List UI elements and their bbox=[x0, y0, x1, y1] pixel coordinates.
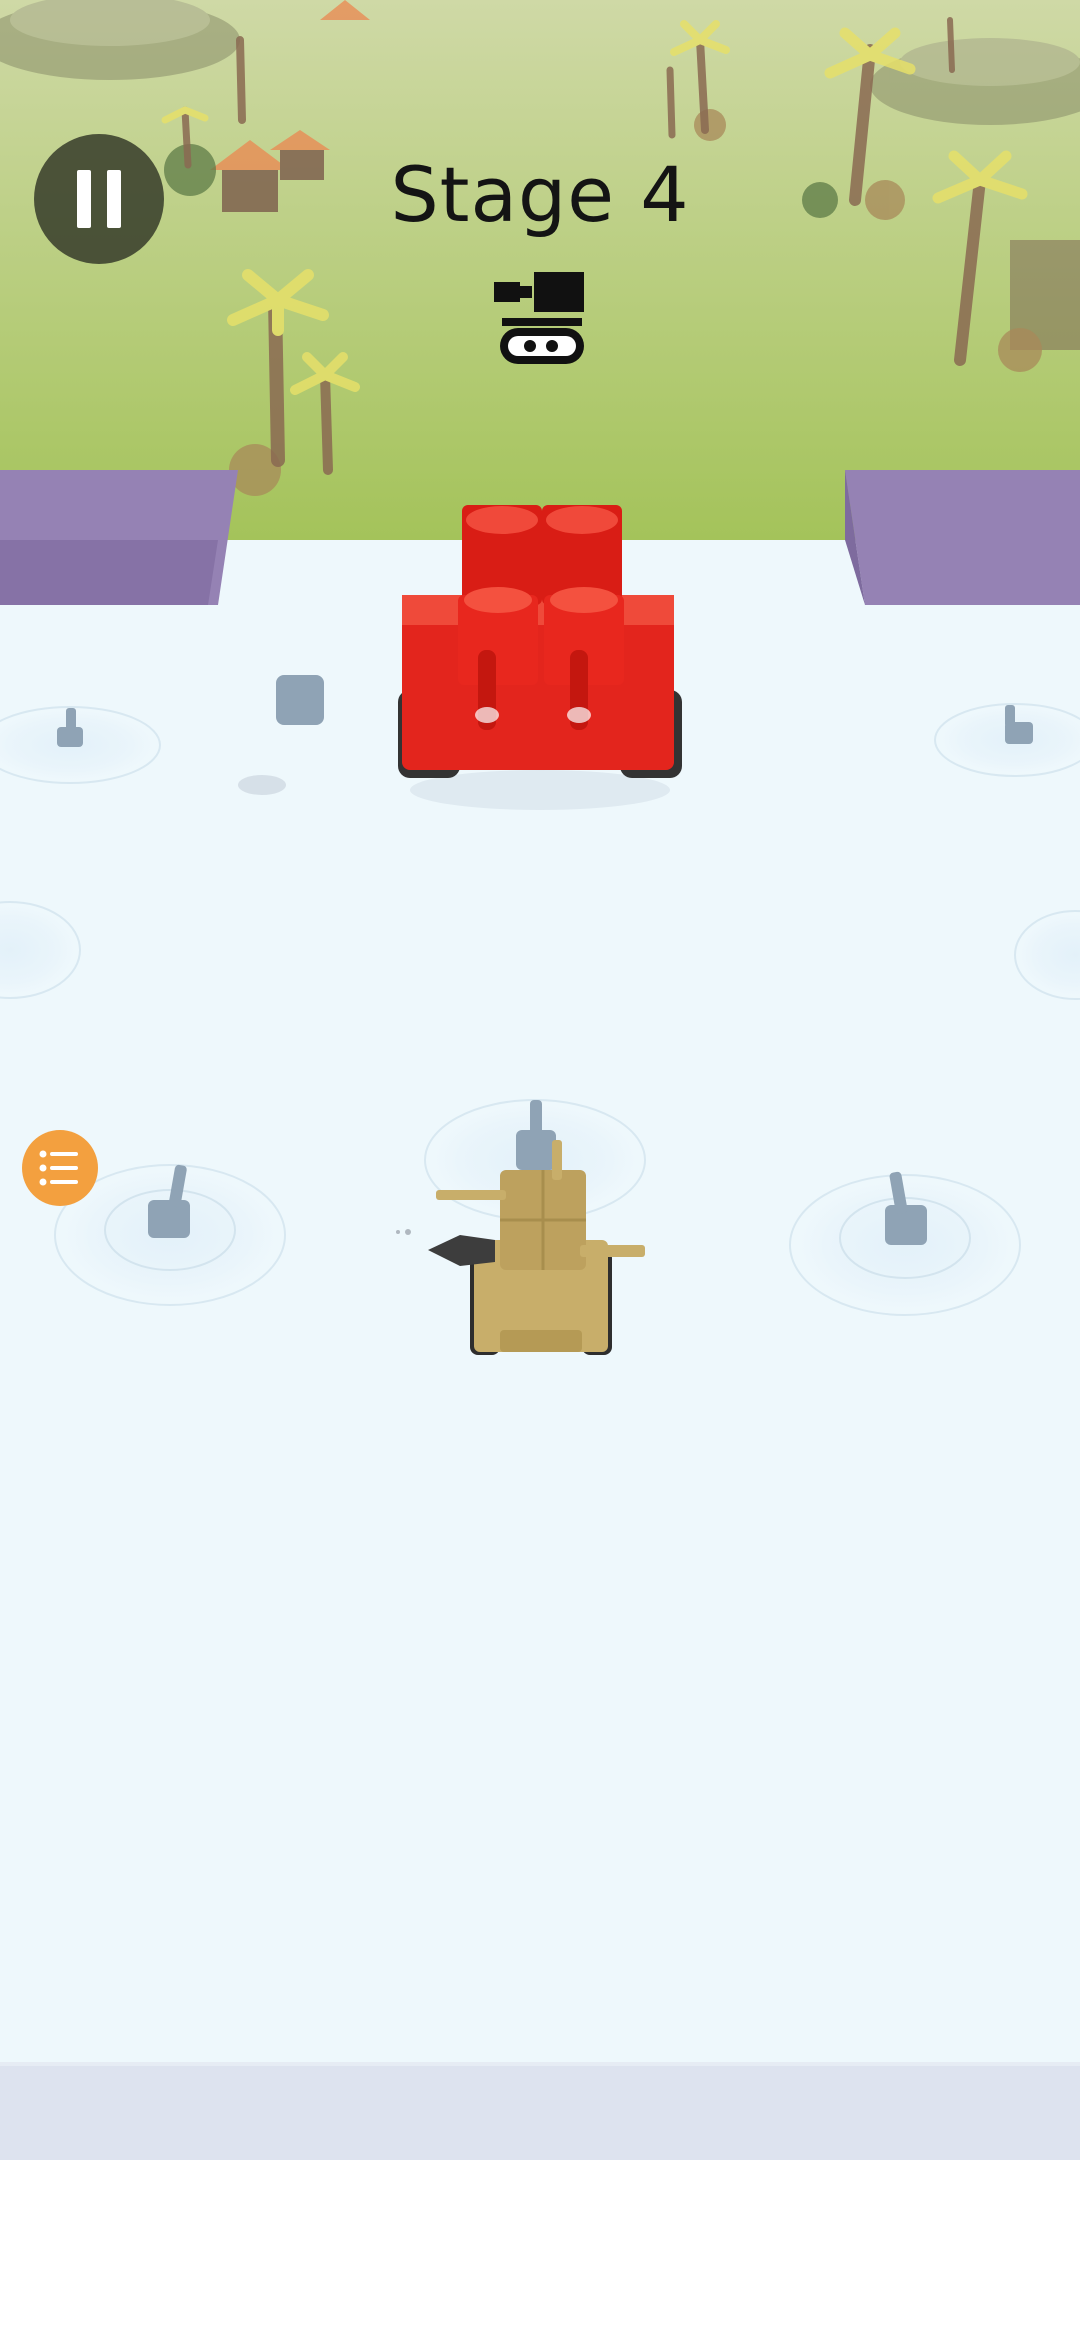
stage-title: Stage 4 bbox=[390, 150, 690, 239]
list-menu-icon bbox=[39, 1150, 78, 1186]
jungle-background bbox=[0, 0, 1080, 540]
barrier-wall-left bbox=[0, 470, 238, 605]
turret bbox=[934, 703, 1080, 777]
pause-button[interactable] bbox=[34, 134, 164, 264]
pause-icon bbox=[69, 170, 129, 228]
barrier-wall-right bbox=[845, 470, 1080, 605]
menu-button[interactable] bbox=[22, 1130, 98, 1206]
tank-silhouette-icon bbox=[494, 272, 584, 364]
turret bbox=[0, 706, 161, 784]
